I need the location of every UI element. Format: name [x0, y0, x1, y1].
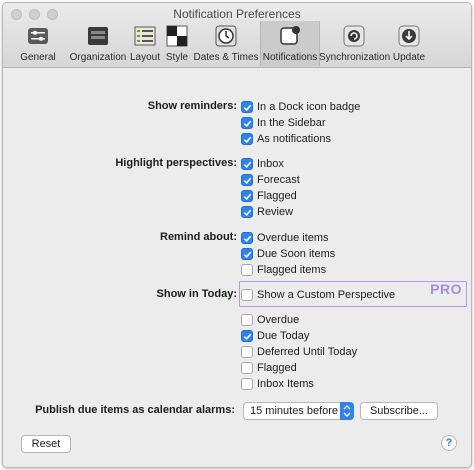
- overdue-items-checkbox[interactable]: Overdue items: [241, 231, 329, 245]
- palette-icon: [166, 25, 188, 47]
- flagged-items-checkbox[interactable]: Flagged items: [241, 263, 326, 277]
- clock-icon: [215, 25, 237, 47]
- tab-label: Synchronization: [319, 52, 391, 63]
- deferred-until-today-checkbox[interactable]: Deferred Until Today: [241, 345, 357, 359]
- show-in-today-label: Show in Today:: [156, 288, 237, 300]
- publish-alarms-label: Publish due items as calendar alarms:: [35, 404, 235, 416]
- tab-organization[interactable]: Organization: [65, 21, 131, 66]
- flagged-perspective-checkbox[interactable]: Flagged: [241, 189, 297, 203]
- tab-label: Style: [165, 52, 189, 63]
- due-soon-items-checkbox[interactable]: Due Soon items: [241, 247, 335, 261]
- tray-icon: [87, 25, 109, 47]
- review-checkbox[interactable]: Review: [241, 205, 293, 219]
- preferences-window: Notification Preferences General Organiz…: [2, 2, 472, 468]
- forecast-checkbox[interactable]: Forecast: [241, 173, 300, 187]
- tab-layout[interactable]: Layout: [129, 21, 161, 66]
- tab-style[interactable]: Style: [163, 21, 191, 66]
- sidebar-checkbox[interactable]: In the Sidebar: [241, 116, 326, 130]
- help-button[interactable]: ?: [441, 435, 457, 451]
- tab-synchronization[interactable]: Synchronization: [319, 21, 391, 66]
- tab-label: Layout: [129, 52, 161, 63]
- tab-label: General: [20, 52, 56, 63]
- sliders-icon: [27, 25, 49, 47]
- inbox-items-checkbox[interactable]: Inbox Items: [241, 377, 314, 391]
- tab-label: Organization: [69, 52, 127, 63]
- tab-dates-times[interactable]: Dates & Times: [193, 21, 259, 66]
- preferences-content: Show reminders: In a Dock icon badge In …: [3, 68, 471, 467]
- dock-badge-checkbox[interactable]: In a Dock icon badge: [241, 100, 360, 114]
- tab-notifications[interactable]: Notifications: [260, 21, 320, 66]
- notification-icon: [279, 25, 301, 47]
- as-notifications-checkbox[interactable]: As notifications: [241, 132, 331, 146]
- flagged-today-checkbox[interactable]: Flagged: [241, 361, 297, 375]
- due-today-checkbox[interactable]: Due Today: [241, 329, 309, 343]
- show-reminders-label: Show reminders:: [147, 100, 237, 112]
- tab-label: Dates & Times: [193, 52, 259, 63]
- download-icon: [398, 25, 420, 47]
- subscribe-button[interactable]: Subscribe...: [360, 402, 438, 420]
- title-bar: Notification Preferences General Organiz…: [3, 3, 471, 68]
- highlight-perspectives-label: Highlight perspectives:: [115, 157, 237, 169]
- layout-icon: [134, 25, 156, 47]
- alarm-time-select[interactable]: 15 minutes before: [243, 402, 354, 420]
- overdue-today-checkbox[interactable]: Overdue: [241, 313, 299, 327]
- pro-badge: PRO: [430, 281, 462, 297]
- tab-label: Update: [392, 52, 426, 63]
- tab-general[interactable]: General: [13, 21, 63, 66]
- chevron-updown-icon: [340, 402, 354, 420]
- reset-button[interactable]: Reset: [21, 435, 71, 453]
- tab-update[interactable]: Update: [391, 21, 427, 66]
- window-title: Notification Preferences: [173, 7, 301, 21]
- custom-perspective-checkbox[interactable]: Show a Custom Perspective: [241, 288, 395, 302]
- remind-about-label: Remind about:: [160, 231, 237, 243]
- sync-icon: [343, 25, 365, 47]
- tab-label: Notifications: [262, 52, 318, 63]
- inbox-checkbox[interactable]: Inbox: [241, 157, 284, 171]
